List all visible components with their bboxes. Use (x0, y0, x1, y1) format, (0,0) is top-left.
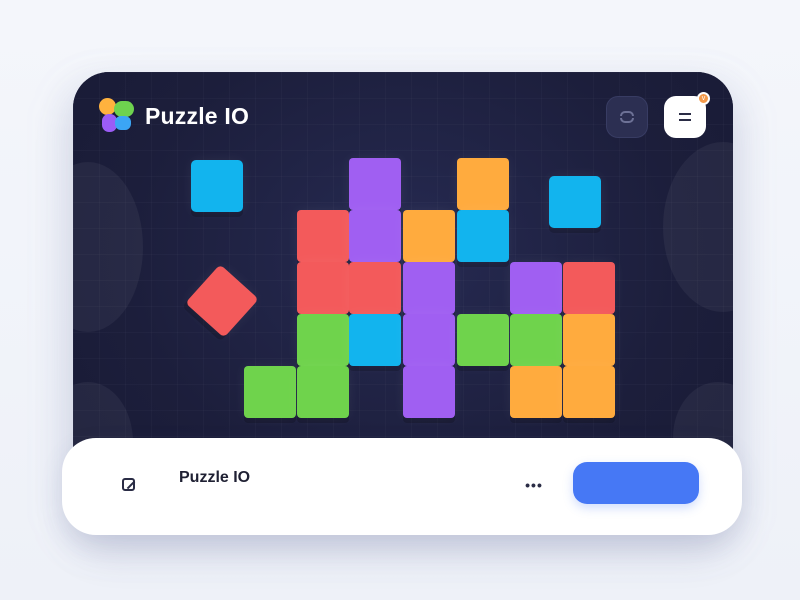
game-tile[interactable] (349, 210, 401, 262)
app-logo-icon (99, 98, 135, 134)
game-tile[interactable] (403, 210, 455, 262)
app-header: Puzzle IO (99, 98, 249, 134)
game-tile[interactable] (244, 366, 296, 418)
game-tile[interactable] (349, 314, 401, 366)
game-tile[interactable] (297, 366, 349, 418)
game-tile[interactable] (403, 366, 455, 418)
game-tile[interactable] (457, 158, 509, 210)
menu-button[interactable]: v (664, 92, 710, 138)
game-tile[interactable] (403, 262, 455, 314)
game-tile[interactable] (349, 262, 401, 314)
game-tile[interactable] (510, 314, 562, 366)
ring-icon (618, 111, 636, 123)
bottom-panel: Puzzle IO ••• (62, 438, 742, 535)
game-tile[interactable] (297, 210, 349, 262)
primary-action-button[interactable] (573, 462, 699, 504)
game-tile[interactable] (563, 366, 615, 418)
game-tile[interactable] (191, 160, 243, 212)
game-tile[interactable] (549, 176, 601, 228)
edit-button[interactable] (114, 470, 142, 498)
game-tile[interactable] (563, 314, 615, 366)
game-tile[interactable] (403, 314, 455, 366)
game-tile[interactable] (457, 314, 509, 366)
game-tile[interactable] (510, 366, 562, 418)
settings-button[interactable] (606, 96, 648, 138)
game-tile[interactable] (297, 314, 349, 366)
game-tile[interactable] (563, 262, 615, 314)
game-tile[interactable] (349, 158, 401, 210)
edit-icon (121, 477, 135, 491)
app-title: Puzzle IO (145, 102, 250, 129)
more-options-button[interactable]: ••• (517, 468, 551, 502)
panel-title: Puzzle IO (179, 469, 251, 486)
notification-badge: v (697, 92, 710, 105)
game-tile[interactable] (457, 210, 509, 262)
game-tile[interactable] (297, 262, 349, 314)
game-tile[interactable] (510, 262, 562, 314)
menu-icon (679, 113, 691, 121)
